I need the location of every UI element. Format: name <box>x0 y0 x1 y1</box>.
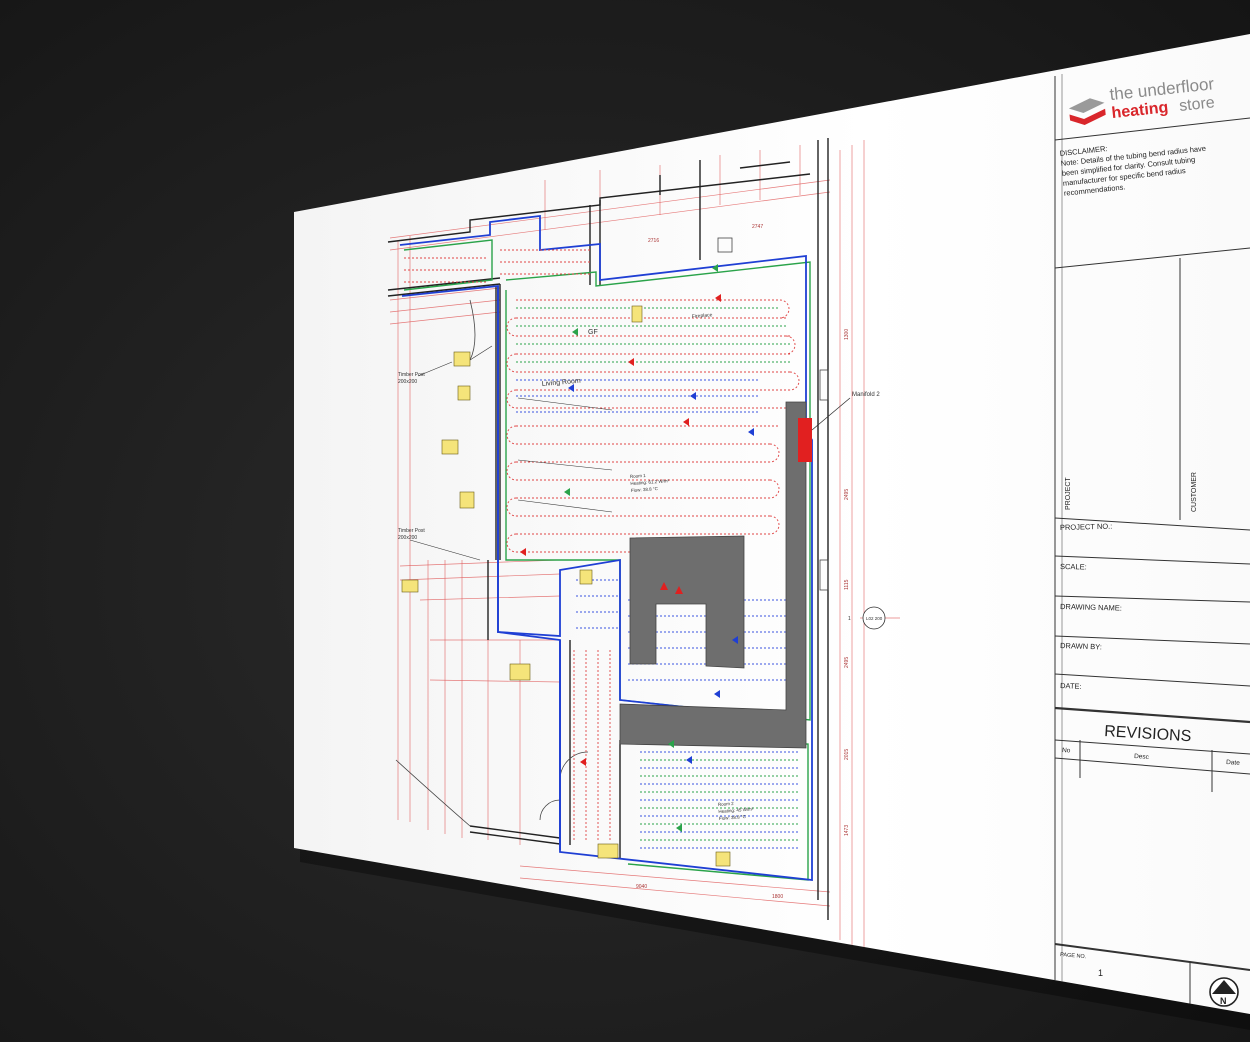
svg-text:2716: 2716 <box>648 238 659 244</box>
svg-text:2495: 2495 <box>844 489 850 500</box>
page-number: 1 <box>1098 968 1103 978</box>
revisions-col-date: Date <box>1226 759 1241 767</box>
timber-post-1-size: 200x200 <box>398 379 417 385</box>
revisions-col-no: No <box>1062 747 1071 755</box>
gf-label: GF <box>588 329 598 336</box>
svg-text:1300: 1300 <box>844 329 850 340</box>
project-no-label: PROJECT NO.: <box>1060 522 1113 532</box>
svg-text:9040: 9040 <box>636 884 647 890</box>
drawing-name-label: DRAWING NAME: <box>1060 602 1122 613</box>
manifold-label: Manifold 2 <box>852 392 880 398</box>
drawing-sheet: Manifold 2 GF Living Room Fireplace Timb… <box>294 34 1250 1030</box>
revisions-col-desc: Desc <box>1134 753 1150 761</box>
scale-label: SCALE: <box>1060 562 1087 571</box>
svg-text:1115: 1115 <box>844 579 850 590</box>
drawn-by-label: DRAWN BY: <box>1060 641 1102 651</box>
svg-text:1473: 1473 <box>844 825 850 836</box>
north-arrow-icon: N <box>1209 977 1239 1007</box>
timber-post-2-size: 200x200 <box>398 535 417 541</box>
svg-text:2747: 2747 <box>752 224 763 230</box>
svg-text:2015: 2015 <box>844 749 850 760</box>
svg-text:2495: 2495 <box>844 657 850 668</box>
timber-post-2-label: Timber Post <box>398 528 425 534</box>
svg-text:1800: 1800 <box>772 894 783 900</box>
svg-text:1: 1 <box>848 616 851 622</box>
timber-post-1-label: Timber Post <box>398 372 425 378</box>
north-label: N <box>1220 996 1227 1006</box>
project-label: PROJECT <box>1065 477 1072 510</box>
svg-text:L02 200: L02 200 <box>866 616 883 621</box>
date-label: DATE: <box>1060 681 1082 691</box>
customer-label: CUSTOMER <box>1191 472 1198 512</box>
